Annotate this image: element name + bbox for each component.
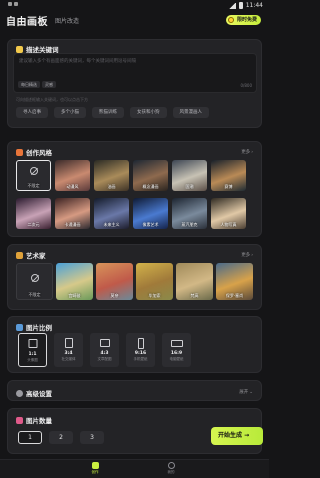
ban-icon: [30, 167, 38, 175]
picture-icon: [16, 323, 23, 331]
images-icon: [16, 416, 23, 424]
style-tile[interactable]: 蒸汽朋克: [172, 198, 207, 229]
landscape-icon: [99, 339, 110, 347]
phone-icon: [137, 338, 144, 349]
ratio-option-4-3[interactable]: 4:3 文章配图: [90, 333, 119, 367]
artist-title: 艺术家: [16, 250, 46, 260]
suggestion-chip[interactable]: 多个小猫: [54, 107, 86, 118]
quantity-options: 1 2 3: [18, 431, 104, 444]
monitor-icon: [170, 340, 183, 347]
advanced-settings-bar[interactable]: 高级设置 展开 ⌄: [7, 380, 262, 401]
ratio-title: 图片比例: [16, 322, 52, 332]
crown-icon: [227, 17, 234, 23]
vip-button[interactable]: 限时免费: [225, 15, 261, 25]
style-more-link[interactable]: 更多 ›: [241, 149, 253, 156]
suggestion-chip[interactable]: 风景漫画人: [172, 107, 209, 118]
chevron-right-icon: ›: [251, 252, 253, 258]
quantity-option[interactable]: 2: [49, 431, 73, 444]
app-logo: 自由画板: [6, 17, 48, 28]
prompt-suggestions: 寻人启事 多个小猫 熊猫训练 女孩和小狗 风景漫画人: [16, 107, 209, 118]
ratio-option-1-1[interactable]: 1:1 头像图: [18, 333, 47, 367]
style-card: 创作风格 更多 › 不限定 动漫风 油画 概念漫画 国潮 赛博 二次元 卡通漫画 …: [7, 141, 262, 237]
style-tile[interactable]: 概念漫画: [133, 160, 168, 191]
page-subtitle[interactable]: 图片改造: [55, 16, 79, 25]
daily-pick-button[interactable]: 每日精选: [18, 81, 40, 88]
artist-card: 艺术家 更多 › 不限定 宫崎骏 莫奈 毕加索 梵高 保罗·塞尚: [7, 244, 262, 310]
artist-more-link[interactable]: 更多 ›: [241, 252, 253, 259]
status-bar: 11:44: [0, 0, 269, 12]
artist-tile[interactable]: 毕加索: [136, 263, 173, 300]
artist-row: 不限定 宫崎骏 莫奈 毕加索 梵高 保罗·塞尚: [16, 263, 253, 300]
user-icon: [167, 462, 175, 469]
style-row: 不限定 动漫风 油画 概念漫画 国潮 赛博: [16, 160, 246, 191]
gear-icon: [16, 389, 23, 397]
app-notification-icon: [8, 2, 12, 6]
palette-icon: [16, 251, 23, 259]
signal-icon: [228, 2, 236, 9]
ratio-option-3-4[interactable]: 3:4 社交媒体: [54, 333, 83, 367]
brush-icon: [91, 462, 99, 469]
quantity-title: 图片数量: [16, 415, 52, 425]
app-notification-icon: [14, 2, 18, 6]
battery-icon: [238, 2, 243, 9]
ratio-card: 图片比例 1:1 头像图 3:4 社交媒体 4:3 文章配图 9:16 手机壁纸…: [7, 316, 262, 373]
style-tile[interactable]: 未来主义: [94, 198, 129, 229]
palette-icon: [16, 148, 23, 156]
ratio-options: 1:1 头像图 3:4 社交媒体 4:3 文章配图 9:16 手机壁纸 16:9…: [18, 333, 191, 367]
generate-button[interactable]: 开始生成 →: [211, 427, 263, 445]
ban-icon: [31, 274, 39, 282]
quantity-option[interactable]: 3: [80, 431, 104, 444]
prompt-card: 描述关键词 建议输入多个有画面感的关键词，每个关键词间用逗号间隔 每日精选 灵感…: [7, 39, 262, 128]
nav-profile[interactable]: 我的: [161, 462, 181, 475]
notepad-icon: [16, 45, 23, 53]
bottom-nav: 创作 我的: [0, 459, 269, 478]
ratio-option-16-9[interactable]: 16:9 电脑壁纸: [162, 333, 191, 367]
artist-tile[interactable]: 保罗·塞尚: [216, 263, 253, 300]
nav-create[interactable]: 创作: [85, 462, 105, 475]
artist-tile[interactable]: 梵高: [176, 263, 213, 300]
ratio-option-9-16[interactable]: 9:16 手机壁纸: [126, 333, 155, 367]
prompt-placeholder: 建议输入多个有画面感的关键词，每个关键词间用逗号间隔: [19, 59, 136, 64]
app-header: 自由画板 图片改造 限时免费: [0, 12, 269, 32]
prompt-input[interactable]: 建议输入多个有画面感的关键词，每个关键词间用逗号间隔 每日精选 灵感 0/800: [13, 53, 257, 93]
advanced-expand-toggle[interactable]: 展开 ⌄: [239, 389, 253, 396]
style-tile[interactable]: 动漫风: [55, 160, 90, 191]
portrait-icon: [64, 338, 73, 348]
quantity-option[interactable]: 1: [18, 431, 42, 444]
style-tile[interactable]: 二次元: [16, 198, 51, 229]
style-title: 创作风格: [16, 147, 52, 157]
status-time: 11:44: [245, 2, 263, 9]
style-tile[interactable]: 油画: [94, 160, 129, 191]
style-tile[interactable]: 国潮: [172, 160, 207, 191]
style-tile[interactable]: 像素艺术: [133, 198, 168, 229]
artist-tile-none[interactable]: 不限定: [16, 263, 53, 300]
artist-tile[interactable]: 宫崎骏: [56, 263, 93, 300]
style-tile[interactable]: 人物写真: [211, 198, 246, 229]
square-icon: [28, 339, 37, 348]
style-tile-none[interactable]: 不限定: [16, 160, 51, 191]
suggestion-chip[interactable]: 寻人启事: [16, 107, 48, 118]
suggestion-chip[interactable]: 熊猫训练: [92, 107, 124, 118]
inspiration-button[interactable]: 灵感: [42, 81, 56, 88]
advanced-title: 高级设置: [16, 388, 52, 398]
chevron-right-icon: ›: [251, 149, 253, 155]
chevron-down-icon: ⌄: [249, 389, 253, 395]
artist-tile[interactable]: 莫奈: [96, 263, 133, 300]
style-tile[interactable]: 赛博: [211, 160, 246, 191]
suggestion-chip[interactable]: 女孩和小狗: [130, 107, 167, 118]
notification-icons: [8, 2, 18, 6]
style-row: 二次元 卡通漫画 未来主义 像素艺术 蒸汽朋克 人物写真: [16, 198, 246, 229]
prompt-hint: 可向描述框输入关键词，也可以点击下方: [16, 97, 88, 102]
char-count: 0/800: [240, 83, 252, 88]
style-tile[interactable]: 卡通漫画: [55, 198, 90, 229]
